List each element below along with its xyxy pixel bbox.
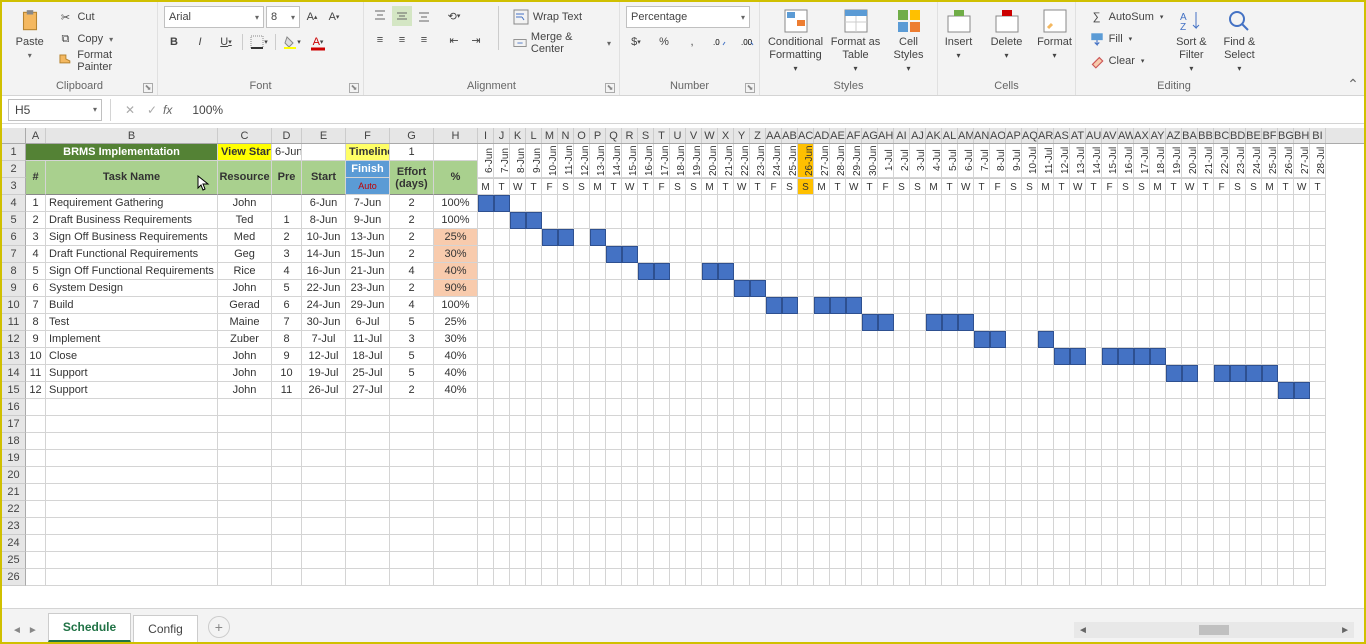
svg-text:Z: Z [1180, 22, 1186, 33]
percent-button[interactable]: % [654, 32, 674, 52]
delete-button[interactable]: Delete▾ [985, 6, 1029, 64]
horizontal-scrollbar[interactable]: ◄ ► [1074, 622, 1354, 638]
clipboard-label: Clipboard [56, 80, 103, 92]
fill-color-button[interactable]: ▾ [282, 32, 302, 52]
italic-button[interactable]: I [190, 32, 210, 52]
clear-button[interactable]: Clear▾ [1087, 50, 1166, 72]
scroll-right-icon[interactable]: ► [1340, 625, 1350, 636]
number-label: Number [670, 80, 709, 92]
align-right-button[interactable]: ≡ [414, 30, 434, 50]
fill-button[interactable]: Fill▾ [1087, 28, 1166, 50]
currency-button[interactable]: $▾ [626, 32, 646, 52]
number-format-combo[interactable]: Percentage [626, 6, 750, 28]
search-icon [1226, 8, 1252, 34]
align-center-button[interactable]: ≡ [392, 30, 412, 50]
dialog-launcher-icon[interactable]: ⬊ [349, 83, 359, 93]
format-button[interactable]: Format▾ [1033, 6, 1077, 64]
group-cells: Insert▾ Delete▾ Format▾ Cells [938, 2, 1076, 95]
alignment-label: Alignment [467, 80, 516, 92]
cancel-formula-button[interactable]: ✕ [119, 103, 141, 117]
collapse-ribbon-button[interactable]: ⌃ [1346, 76, 1360, 93]
conditional-formatting-button[interactable]: Conditional Formatting▾ [767, 6, 825, 77]
format-icon [1042, 8, 1068, 34]
scroll-left-icon[interactable]: ◄ [1078, 625, 1088, 636]
copy-button[interactable]: ⧉Copy▾ [55, 28, 151, 50]
sort-filter-button[interactable]: AZSort & Filter▾ [1169, 6, 1213, 77]
format-as-table-button[interactable]: Format as Table▾ [829, 6, 883, 77]
align-top-button[interactable] [370, 6, 390, 26]
merge-center-button[interactable]: Merge & Center▾ [511, 32, 613, 54]
group-editing: ∑AutoSum▾ Fill▾ Clear▾ AZSort & Filter▾ … [1076, 2, 1272, 95]
delete-icon [994, 8, 1020, 34]
scroll-thumb[interactable] [1199, 625, 1229, 635]
merge-icon [513, 35, 527, 51]
group-clipboard: Paste ▾ ✂Cut ⧉Copy▾ Format Painter Clipb… [2, 2, 158, 95]
decrease-indent-button[interactable]: ⇤ [444, 30, 464, 50]
group-alignment: ⟲▾ ≡ ≡ ≡ ⇤ ⇥ Wrap Text Merge & Center▾ A… [364, 2, 620, 95]
group-number: Percentage $▾ % , .0 .00 Number ⬊ [620, 2, 760, 95]
comma-button[interactable]: , [682, 32, 702, 52]
bold-button[interactable]: B [164, 32, 184, 52]
font-color-button[interactable]: A▾ [308, 32, 328, 52]
paste-button[interactable]: Paste ▾ [8, 6, 51, 64]
align-middle-button[interactable] [392, 6, 412, 26]
enter-formula-button[interactable]: ✓ [141, 103, 163, 117]
svg-text:.0: .0 [713, 38, 720, 47]
group-styles: Conditional Formatting▾ Format as Table▾… [760, 2, 938, 95]
dialog-launcher-icon[interactable]: ⬊ [745, 83, 755, 93]
font-size-combo[interactable]: 8 [266, 6, 300, 28]
tab-nav-prev[interactable]: ► [28, 625, 38, 636]
tab-schedule[interactable]: Schedule [48, 613, 131, 642]
decrease-font-button[interactable]: A▾ [324, 7, 344, 27]
sort-icon: AZ [1178, 8, 1204, 34]
decrease-decimal-button[interactable]: .00 [738, 32, 758, 52]
increase-font-button[interactable]: A▴ [302, 7, 322, 27]
cell-styles-button[interactable]: Cell Styles▾ [887, 6, 931, 77]
increase-indent-button[interactable]: ⇥ [466, 30, 486, 50]
cut-icon: ✂ [57, 9, 73, 25]
paste-label: Paste [16, 36, 44, 49]
styles-icon [896, 8, 922, 34]
spreadsheet-grid[interactable]: ABCDEFGHIJKLMNOPQRSTUVWXYZAAABACADAEAFAG… [2, 128, 1364, 608]
font-label: Font [249, 80, 271, 92]
dialog-launcher-icon[interactable]: ⬊ [605, 83, 615, 93]
editing-label: Editing [1157, 80, 1191, 92]
font-name-combo[interactable]: Arial [164, 6, 264, 28]
copy-icon: ⧉ [57, 31, 73, 47]
wrap-text-button[interactable]: Wrap Text [511, 6, 613, 28]
ribbon: Paste ▾ ✂Cut ⧉Copy▾ Format Painter Clipb… [2, 2, 1364, 96]
tab-config[interactable]: Config [133, 615, 198, 642]
fill-down-icon [1089, 31, 1105, 47]
add-sheet-button[interactable]: + [208, 616, 230, 638]
cut-button[interactable]: ✂Cut [55, 6, 151, 28]
eraser-icon [1089, 53, 1105, 69]
formula-bar: H5 ✕ ✓ fx 100% [2, 96, 1364, 124]
paste-icon [17, 8, 43, 34]
fx-button[interactable]: fx [163, 103, 172, 117]
formula-input[interactable]: 100% [182, 103, 1364, 117]
insert-icon [946, 8, 972, 34]
group-font: Arial 8 A▴ A▾ B I U▾ ▾ ▾ A▾ Font ⬊ [158, 2, 364, 95]
styles-label: Styles [834, 80, 864, 92]
tab-nav-first[interactable]: ◄ [12, 625, 22, 636]
autosum-button[interactable]: ∑AutoSum▾ [1087, 6, 1166, 28]
align-left-button[interactable]: ≡ [370, 30, 390, 50]
wrap-icon [513, 9, 529, 25]
border-button[interactable]: ▾ [249, 32, 269, 52]
sigma-icon: ∑ [1089, 9, 1105, 25]
cells-label: Cells [994, 80, 1018, 92]
find-select-button[interactable]: Find & Select▾ [1217, 6, 1261, 77]
align-bottom-button[interactable] [414, 6, 434, 26]
sheet-tab-bar: ◄ ► Schedule Config + ◄ ► [2, 608, 1364, 642]
insert-button[interactable]: Insert▾ [937, 6, 981, 64]
brush-icon [57, 53, 73, 69]
table-icon [843, 8, 869, 34]
format-painter-button[interactable]: Format Painter [55, 50, 151, 72]
underline-button[interactable]: U▾ [216, 32, 236, 52]
increase-decimal-button[interactable]: .0 [710, 32, 730, 52]
dialog-launcher-icon[interactable]: ⬊ [143, 83, 153, 93]
orientation-button[interactable]: ⟲▾ [444, 6, 464, 26]
name-box[interactable]: H5 [8, 99, 102, 121]
cond-format-icon [783, 8, 809, 34]
